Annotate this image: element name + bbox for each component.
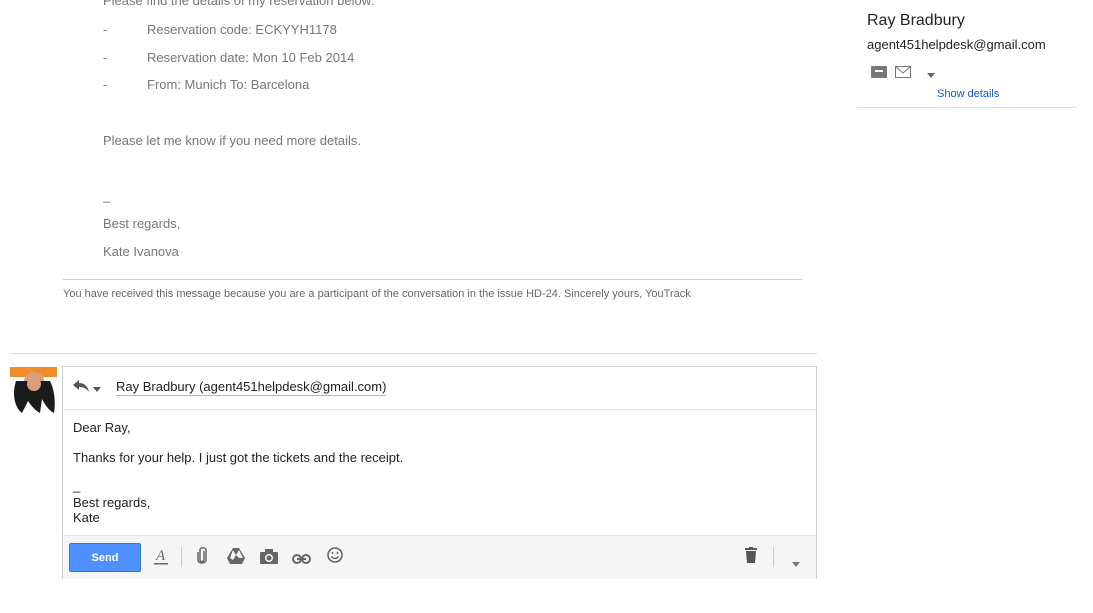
bullet-dash: -: [103, 50, 108, 65]
message-divider: [10, 353, 817, 354]
show-details-link[interactable]: Show details: [937, 88, 999, 100]
archive-icon[interactable]: [871, 65, 887, 83]
reservation-date: Reservation date: Mon 10 Feb 2014: [147, 50, 355, 65]
recipient-row: Ray Bradbury (agent451helpdesk@gmail.com…: [63, 367, 816, 410]
compose-toolbar: Send A: [63, 535, 816, 579]
sidebar-divider: [857, 107, 1077, 108]
reply-icon: [73, 379, 89, 397]
footer-divider: [63, 279, 802, 280]
trash-icon[interactable]: [745, 547, 757, 568]
bullet-dash: -: [103, 77, 108, 92]
quoted-intro: Please find the details of my reservatio…: [103, 0, 375, 8]
contact-name: Ray Bradbury: [867, 12, 965, 29]
dropdown-icon[interactable]: [927, 65, 935, 83]
reply-compose: Ray Bradbury (agent451helpdesk@gmail.com…: [62, 366, 817, 579]
chevron-down-icon: [93, 379, 101, 397]
body-name[interactable]: Kate: [73, 510, 100, 525]
body-regards[interactable]: Best regards,: [73, 495, 150, 510]
bullet-dash: -: [103, 22, 108, 37]
toolbar-separator: [773, 547, 774, 567]
send-button[interactable]: Send: [69, 543, 141, 572]
svg-text:A: A: [155, 548, 166, 564]
signature-dash: _: [103, 188, 111, 203]
quoted-regards: Best regards,: [103, 216, 181, 231]
reply-type-button[interactable]: [73, 379, 101, 397]
envelope-icon[interactable]: [895, 65, 911, 83]
link-icon[interactable]: [292, 551, 311, 569]
contact-actions: [871, 65, 935, 83]
recipient-field[interactable]: Ray Bradbury (agent451helpdesk@gmail.com…: [116, 379, 387, 396]
more-options-icon[interactable]: [792, 554, 800, 572]
body-greeting[interactable]: Dear Ray,: [73, 420, 131, 435]
quoted-sender-name: Kate Ivanova: [103, 244, 179, 259]
attach-icon[interactable]: [196, 547, 208, 570]
emoji-icon[interactable]: [327, 547, 343, 568]
body-signature-dash[interactable]: _: [73, 479, 80, 492]
reservation-code: Reservation code: ECKYYH1178: [147, 22, 337, 37]
footer-note: You have received this message because y…: [63, 288, 691, 300]
toolbar-separator: [181, 547, 182, 567]
formatting-icon[interactable]: A: [154, 547, 168, 570]
contact-email: agent451helpdesk@gmail.com: [867, 37, 1046, 52]
avatar: [10, 367, 57, 414]
photo-icon[interactable]: [260, 549, 278, 569]
drive-icon[interactable]: [227, 548, 245, 569]
quoted-closing: Please let me know if you need more deta…: [103, 133, 361, 148]
route: From: Munich To: Barcelona: [147, 77, 310, 92]
body-message[interactable]: Thanks for your help. I just got the tic…: [73, 450, 403, 465]
